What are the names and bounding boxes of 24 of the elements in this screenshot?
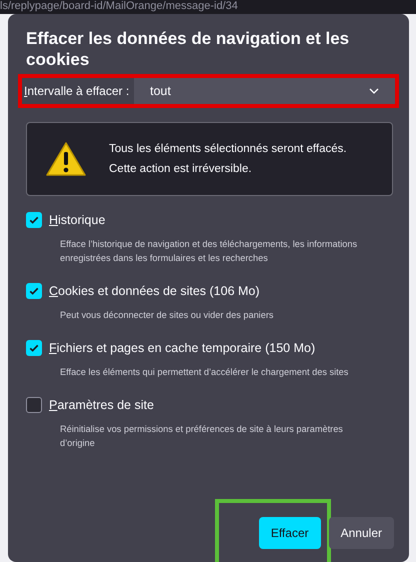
option-description: Efface les éléments qui permettent d’accélérer le chargement des sites [60, 366, 350, 379]
option-label: Paramètres de site [49, 398, 154, 412]
check-icon [28, 214, 40, 226]
cancel-button[interactable]: Annuler [328, 517, 394, 549]
checkbox[interactable] [26, 340, 42, 356]
option-description: Réinitialise vos permissions et préférences de site à leurs paramètres d’origine [60, 423, 344, 450]
checkbox[interactable] [26, 283, 42, 299]
option-label: Cookies et données de sites (106 Mo) [49, 284, 260, 298]
clear-button[interactable]: Effacer [258, 517, 321, 549]
check-icon [28, 285, 40, 297]
option-description: Efface l’historique de navigation et des téléchargements, les informations enregistrées dans les formulaires et les recherches [60, 238, 358, 265]
checkbox[interactable] [26, 212, 42, 228]
dialog-title: Effacer les données de navigation et les cookies [26, 28, 350, 70]
checkbox[interactable] [26, 397, 42, 413]
warning-text: Cette action est irréversible. [109, 162, 253, 177]
option-label: Fichiers et pages en cache temporaire (150 Mo) [49, 341, 316, 355]
option-description: Peut vous déconnecter de sites ou vider des paniers [60, 309, 274, 322]
option-label: Historique [49, 213, 106, 227]
check-icon [28, 342, 40, 354]
warning-text: Tous les éléments sélectionnés seront effacés. [109, 142, 347, 157]
warning-icon [45, 141, 87, 177]
url-text: ls/replypage/board-id/MailOrange/message-id/34 [0, 0, 238, 13]
chevron-down-icon [369, 88, 379, 94]
range-label: Intervalle à effacer : [24, 84, 130, 98]
